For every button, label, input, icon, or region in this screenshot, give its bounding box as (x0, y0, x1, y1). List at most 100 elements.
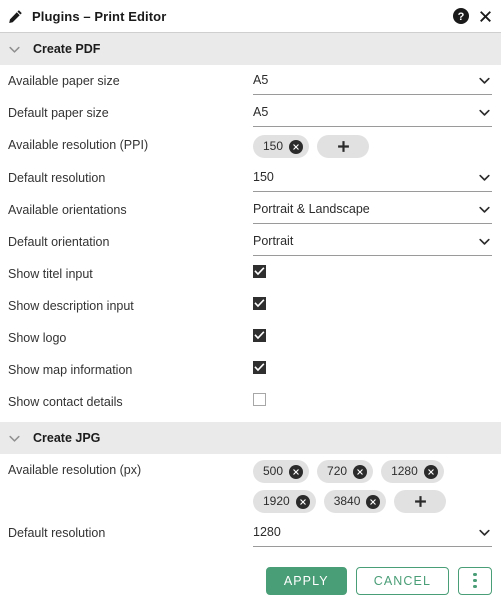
plus-icon (414, 496, 426, 507)
row-label: Available orientations (8, 203, 127, 217)
help-circle-icon[interactable]: ? (453, 8, 469, 24)
chip-item[interactable]: 1920 (253, 490, 316, 513)
section-header-create-jpg[interactable]: Create JPG (0, 422, 501, 454)
row-default-resolution-jpg: Default resolution 1280 (0, 517, 501, 549)
chevron-down-icon (479, 238, 490, 245)
close-icon (299, 498, 306, 505)
chip-label: 720 (327, 464, 348, 478)
row-show-logo: Show logo (0, 322, 501, 354)
close-icon (427, 468, 434, 475)
window-title: Plugins – Print Editor (32, 8, 167, 24)
apply-button[interactable]: APPLY (265, 566, 347, 595)
chevron-down-icon (479, 206, 490, 213)
more-options-button[interactable] (458, 566, 492, 595)
close-icon (357, 468, 363, 475)
cancel-button[interactable]: CANCEL (355, 566, 449, 595)
chevron-down-icon (479, 529, 490, 536)
settings-content: Create PDF Available paper size A5 Defau… (0, 33, 501, 549)
chip-item[interactable]: 3840 (323, 490, 387, 513)
row-available-resolution-ppi: Available resolution (PPI) 150 (0, 129, 501, 162)
select-value: A5 (253, 105, 269, 119)
chip-label: 500 (263, 464, 284, 478)
row-default-resolution-pdf: Default resolution 150 (0, 162, 501, 194)
default-resolution-pdf-select[interactable]: 150 (253, 164, 492, 192)
chip-item[interactable]: 500 (253, 460, 310, 483)
default-resolution-jpg-select[interactable]: 1280 (253, 519, 492, 547)
check-icon (254, 363, 265, 372)
chip-remove-icon[interactable] (353, 464, 368, 479)
chip-remove-icon[interactable] (289, 464, 304, 479)
chip-item[interactable]: 1280 (381, 460, 444, 483)
row-control (253, 386, 492, 406)
close-icon (293, 143, 299, 150)
default-orientation-select[interactable]: Portrait (253, 228, 492, 256)
select-value: A5 (253, 73, 269, 87)
checkbox-wrap (253, 354, 492, 374)
row-control: 150 (253, 129, 492, 162)
row-control (253, 290, 492, 310)
chevron-down-icon (479, 174, 490, 181)
checkbox-wrap (253, 290, 492, 310)
chip-remove-icon[interactable] (366, 494, 381, 509)
close-icon (370, 498, 377, 505)
chip-item[interactable]: 150 (253, 135, 310, 158)
select-value: Portrait & Landscape (253, 202, 370, 216)
section-header-create-pdf[interactable]: Create PDF (0, 33, 501, 65)
chip-remove-icon[interactable] (289, 139, 304, 154)
pencil-icon (9, 9, 22, 23)
row-label: Default resolution (8, 171, 106, 185)
row-label: Show logo (8, 331, 67, 345)
checkbox-wrap (253, 386, 492, 406)
check-icon (254, 299, 265, 308)
row-label: Show titel input (8, 267, 93, 281)
row-label: Default paper size (8, 106, 109, 120)
window-titlebar: Plugins – Print Editor ? (0, 0, 501, 33)
chip-remove-icon[interactable] (423, 464, 438, 479)
checkbox-wrap (253, 322, 492, 342)
plus-icon (337, 141, 349, 152)
add-resolution-px-button[interactable] (394, 490, 447, 513)
chip-item[interactable]: 720 (317, 460, 374, 483)
row-show-description-input: Show description input (0, 290, 501, 322)
row-show-map-information: Show map information (0, 354, 501, 386)
row-available-orientations: Available orientations Portrait & Landsc… (0, 194, 501, 226)
row-control (253, 258, 492, 278)
show-titel-input-checkbox[interactable] (253, 265, 266, 278)
row-control: 500 720 1280 1920 3840 (253, 454, 492, 517)
add-resolution-ppi-button[interactable] (317, 135, 370, 158)
default-paper-size-select[interactable]: A5 (253, 99, 492, 127)
close-icon[interactable] (478, 9, 493, 24)
select-value: 150 (253, 170, 274, 184)
close-icon (293, 468, 299, 475)
chip-label: 1920 (263, 494, 290, 508)
svg-text:?: ? (458, 11, 465, 23)
row-label: Default orientation (8, 235, 110, 249)
available-resolution-px-chips: 500 720 1280 1920 3840 (253, 454, 485, 517)
row-control: Portrait (253, 226, 492, 256)
available-orientations-select[interactable]: Portrait & Landscape (253, 196, 492, 224)
row-show-titel-input: Show titel input (0, 258, 501, 290)
titlebar-actions: ? (453, 8, 493, 24)
row-label: Default resolution (8, 526, 106, 540)
show-description-input-checkbox[interactable] (253, 297, 266, 310)
row-control (253, 354, 492, 374)
chevron-down-icon (479, 109, 490, 116)
show-contact-details-checkbox[interactable] (253, 393, 266, 406)
check-icon (254, 267, 265, 276)
row-show-contact-details: Show contact details (0, 386, 501, 418)
titlebar-left: Plugins – Print Editor (8, 9, 453, 24)
row-available-paper-size: Available paper size A5 (0, 65, 501, 97)
available-resolution-ppi-chips: 150 (253, 129, 485, 162)
row-available-resolution-px: Available resolution (px) 500 720 1280 1… (0, 454, 501, 517)
row-label: Show description input (8, 299, 134, 313)
kebab-menu-icon (473, 572, 477, 589)
select-value: 1280 (253, 525, 281, 539)
row-control: 150 (253, 162, 492, 192)
check-icon (254, 331, 265, 340)
show-map-information-checkbox[interactable] (253, 361, 266, 374)
available-paper-size-select[interactable]: A5 (253, 67, 492, 95)
show-logo-checkbox[interactable] (253, 329, 266, 342)
chevron-down-icon (9, 46, 20, 53)
dialog-footer: APPLY CANCEL (0, 557, 501, 604)
chip-remove-icon[interactable] (295, 494, 310, 509)
